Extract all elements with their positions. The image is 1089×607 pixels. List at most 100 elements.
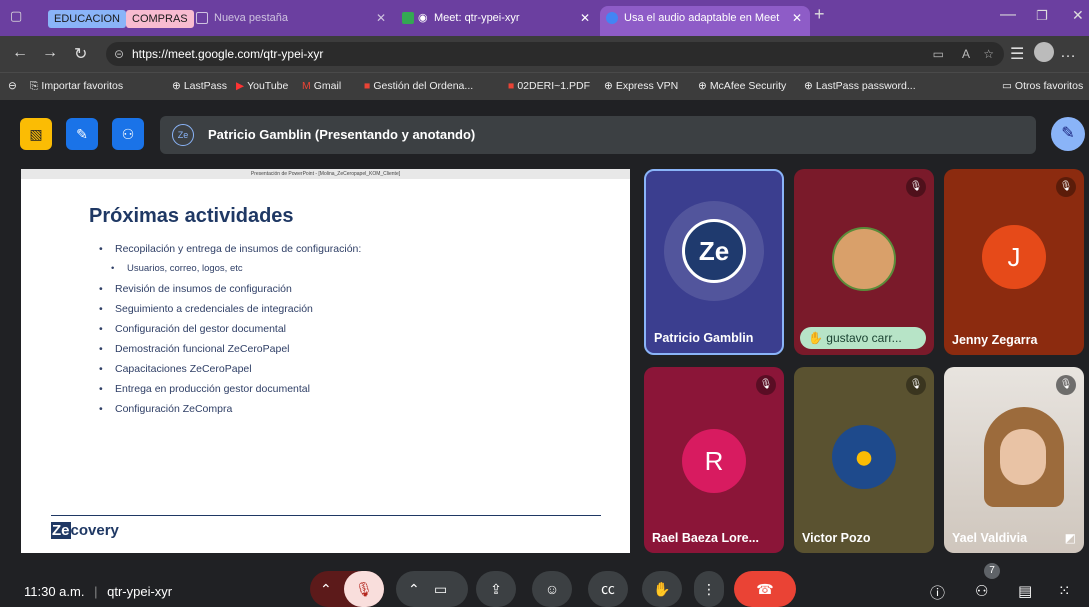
site-info-icon[interactable]: ⊝ [114, 42, 124, 66]
globe-icon: ⊕ [604, 80, 613, 92]
bookmark-lastpass[interactable]: ⊕ LastPass [172, 80, 227, 92]
meeting-code: qtr-ypei-xyr [107, 584, 173, 599]
annotate-button[interactable]: ✎ [66, 118, 98, 150]
participant-tile-patricio[interactable]: Ze Patricio Gamblin [644, 169, 784, 355]
slide-bullets: Recopilación y entrega de insumos de con… [99, 243, 361, 423]
pen-icon: ✎ [1061, 125, 1075, 142]
bookmark-02deri[interactable]: ■ 02DERI~1.PDF [508, 80, 590, 92]
participant-name: Patricio Gamblin [654, 331, 754, 345]
window-close-icon[interactable]: ✕ [1072, 7, 1084, 24]
browser-chrome: ▢ EDUCACION COMPRAS Nueva pestaña ✕ ◉ Me… [0, 0, 1089, 100]
participant-name: Rael Baeza Lore... [652, 531, 759, 545]
bookmark-gmail[interactable]: M Gmail [302, 80, 341, 92]
phone-hangup-icon: ☎ [756, 580, 774, 597]
globe-icon: ⊕ [172, 80, 181, 92]
more-vert-icon: ⋮ [702, 580, 716, 597]
tab-new-tab[interactable]: Nueva pestaña ✕ [190, 6, 394, 36]
avatar: J [982, 225, 1046, 289]
presenter-avatar: Ze [172, 124, 194, 146]
participant-tile-gustavo[interactable]: 🎙 ✋ gustavo carr... [794, 169, 934, 355]
bookmark-youtube[interactable]: ▶ YouTube [236, 80, 288, 92]
gmail-icon: M [302, 80, 311, 92]
mic-off-icon: 🎙 [906, 177, 926, 197]
google-icon [606, 12, 618, 24]
collaborators-button[interactable]: ⚇ [112, 118, 144, 150]
youtube-icon: ▶ [236, 80, 245, 92]
favorites-icon[interactable]: ☰ [1010, 44, 1024, 64]
cast-icon[interactable]: ▭ [933, 42, 944, 66]
chat-icon[interactable]: ▤ [1018, 582, 1032, 600]
tab-actions-icon[interactable]: ▢ [10, 8, 22, 24]
slide-bullet: Recopilación y entrega de insumos de con… [99, 243, 361, 263]
activities-icon[interactable]: ⁙ [1058, 582, 1071, 600]
close-icon[interactable]: ✕ [376, 6, 386, 30]
annotate-off-icon: ▧ [29, 125, 43, 142]
people-icon[interactable]: ⚇ [975, 582, 988, 600]
participant-tile-rael[interactable]: 🎙 R Rael Baeza Lore... [644, 367, 784, 553]
star-icon[interactable]: ☆ [983, 42, 994, 66]
bookmarks-bar: ⊖ ⎘ Importar favoritos ⊕ LastPass ▶ YouTube… [0, 72, 1089, 100]
new-tab-button[interactable]: + [814, 4, 825, 25]
participant-tile-yael[interactable]: 🎙 Yael Valdivia ◩ [944, 367, 1084, 553]
clock-time: 11:30 a.m. [24, 584, 85, 599]
avatar: R [682, 429, 746, 493]
bookmark-mcafee[interactable]: ⊕ McAfee Security [698, 80, 786, 92]
tab-audio[interactable]: Usa el audio adaptable en Meet ✕ [600, 6, 810, 36]
pdf-icon: ■ [364, 80, 371, 92]
meeting-details-icon[interactable]: ⓘ [930, 582, 945, 603]
mic-options-chevron-icon[interactable]: ⌃ [320, 581, 332, 598]
people-count-badge: 7 [984, 563, 1000, 579]
minimize-icon[interactable]: — [1000, 6, 1016, 24]
participant-tile-victor[interactable]: 🎙 ● Victor Pozo [794, 367, 934, 553]
camera-button[interactable]: ▭ [434, 581, 447, 598]
pdf-icon: ■ [508, 80, 515, 92]
forward-icon[interactable]: → [42, 44, 58, 62]
slide-bullet: Configuración del gestor documental [99, 323, 361, 343]
avatar [832, 227, 896, 291]
restore-icon[interactable]: ❐ [1036, 8, 1048, 24]
bookmark-importar[interactable]: ⎘ Importar favoritos [30, 80, 123, 93]
slide-bullet: Demostración funcional ZeCeroPapel [99, 343, 361, 363]
read-aloud-icon[interactable]: A [962, 42, 970, 66]
tab-group-educacion[interactable]: EDUCACION [48, 10, 127, 28]
stop-annotation-button[interactable]: ▧ [20, 118, 52, 150]
raised-hand-chip: ✋ gustavo carr... [800, 327, 926, 349]
meeting-info: 11:30 a.m. | qtr-ypei-xyr [24, 584, 172, 599]
slide-title: Próximas actividades [89, 205, 294, 227]
globe-icon: ⊕ [804, 80, 813, 92]
tab-title: Usa el audio adaptable en Meet [624, 12, 780, 24]
slide-bullet: Seguimiento a credenciales de integració… [99, 303, 361, 323]
bookmark-otros[interactable]: ▭ Otros favoritos [1002, 80, 1083, 92]
tab-meet[interactable]: ◉ Meet: qtr-ypei-xyr ✕ [396, 6, 598, 36]
reload-icon[interactable]: ↻ [74, 44, 87, 64]
folder-icon: ▭ [1002, 80, 1012, 92]
camera-options-chevron-icon[interactable]: ⌃ [408, 581, 420, 598]
bookmark-expressvpn[interactable]: ⊕ Express VPN [604, 80, 678, 92]
mic-off-icon: 🎙 [756, 375, 776, 395]
emoji-icon: ☺ [544, 581, 560, 597]
pen-button[interactable]: ✎ [1051, 117, 1085, 151]
zecovery-logo: Zecovery [51, 522, 119, 539]
close-icon[interactable]: ✕ [792, 6, 802, 30]
pin-icon[interactable]: ◩ [1065, 531, 1076, 545]
raised-hand-icon: ✋ [808, 331, 827, 345]
url-field[interactable]: ⊝ https://meet.google.com/qtr-ypei-xyr ▭… [106, 42, 1004, 66]
bookmark-lastpass-password[interactable]: ⊕ LastPass password... [804, 80, 916, 92]
person-icon: ● [853, 437, 875, 476]
bookmark-gestion[interactable]: ■ Gestión del Ordena... [364, 80, 473, 92]
hand-icon: ✋ [653, 580, 671, 597]
more-icon[interactable]: … [1060, 44, 1076, 62]
participant-tile-jenny[interactable]: 🎙 J Jenny Zegarra [944, 169, 1084, 355]
import-icon: ⎘ [30, 80, 39, 92]
participant-name: Yael Valdivia [952, 531, 1028, 545]
sidebar-icon[interactable]: ⊖ [8, 80, 17, 92]
tab-group-compras[interactable]: COMPRAS [126, 10, 194, 28]
mic-off-icon: 🎙 [1056, 375, 1076, 395]
profile-avatar[interactable] [1034, 42, 1054, 62]
meet-icon [402, 12, 414, 24]
back-icon[interactable]: ← [12, 44, 28, 62]
slide-bullet: Configuración ZeCompra [99, 403, 361, 423]
close-icon[interactable]: ✕ [580, 6, 590, 30]
recording-icon: ◉ [418, 12, 428, 24]
edit-doc-icon: ✎ [76, 125, 88, 142]
